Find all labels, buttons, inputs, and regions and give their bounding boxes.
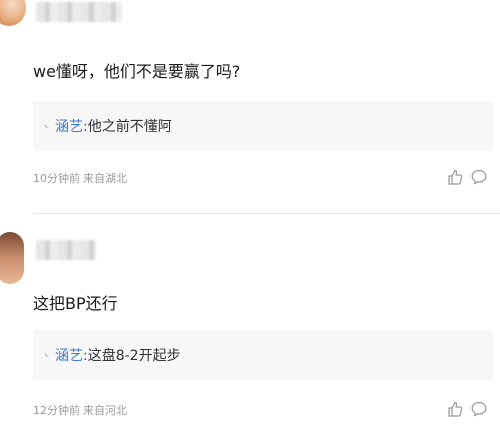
comment-location: 来自湖北 [83, 172, 127, 185]
comment-actions [446, 168, 490, 188]
speech-bubble-icon[interactable] [470, 168, 488, 186]
blurred-username[interactable] [36, 240, 96, 260]
divider [33, 213, 500, 214]
comment-time: 12分钟前 [33, 404, 80, 417]
comment-time: 10分钟前 [33, 172, 80, 185]
thumbs-up-icon[interactable] [446, 168, 464, 186]
comment-meta: 10分钟前 来自湖北 [33, 170, 127, 186]
avatar[interactable] [0, 232, 24, 284]
comment-location: 来自河北 [83, 404, 127, 417]
reply-author-link[interactable]: 涵艺 [55, 348, 83, 364]
reply-text: 他之前不懂阿 [87, 119, 172, 135]
comment-text: 这把BP还行 [33, 294, 118, 313]
comment-item: we懂呀，他们不是要赢了吗? 、 涵艺:他之前不懂阿 10分钟前 来自湖北 [0, 0, 500, 214]
thumbs-up-icon[interactable] [446, 400, 464, 418]
reply-author-link[interactable]: 涵艺 [55, 119, 83, 135]
reply-box[interactable]: 、 涵艺:这盘8-2开起步 [33, 330, 493, 380]
comment-text: we懂呀，他们不是要赢了吗? [33, 62, 241, 81]
speech-bubble-icon[interactable] [470, 400, 488, 418]
reply-marker: 、 [44, 117, 55, 130]
comment-item: 这把BP还行 、 涵艺:这盘8-2开起步 12分钟前 来自河北 [0, 222, 500, 440]
blurred-username[interactable] [36, 2, 122, 22]
reply-line: 涵艺:这盘8-2开起步 [55, 345, 181, 365]
reply-line: 涵艺:他之前不懂阿 [55, 116, 172, 136]
reply-box[interactable]: 、 涵艺:他之前不懂阿 [33, 101, 493, 151]
comment-actions [446, 400, 490, 420]
reply-marker: 、 [44, 346, 55, 359]
reply-text: 这盘8-2开起步 [87, 348, 181, 364]
avatar[interactable] [0, 0, 26, 26]
comment-meta: 12分钟前 来自河北 [33, 402, 127, 418]
